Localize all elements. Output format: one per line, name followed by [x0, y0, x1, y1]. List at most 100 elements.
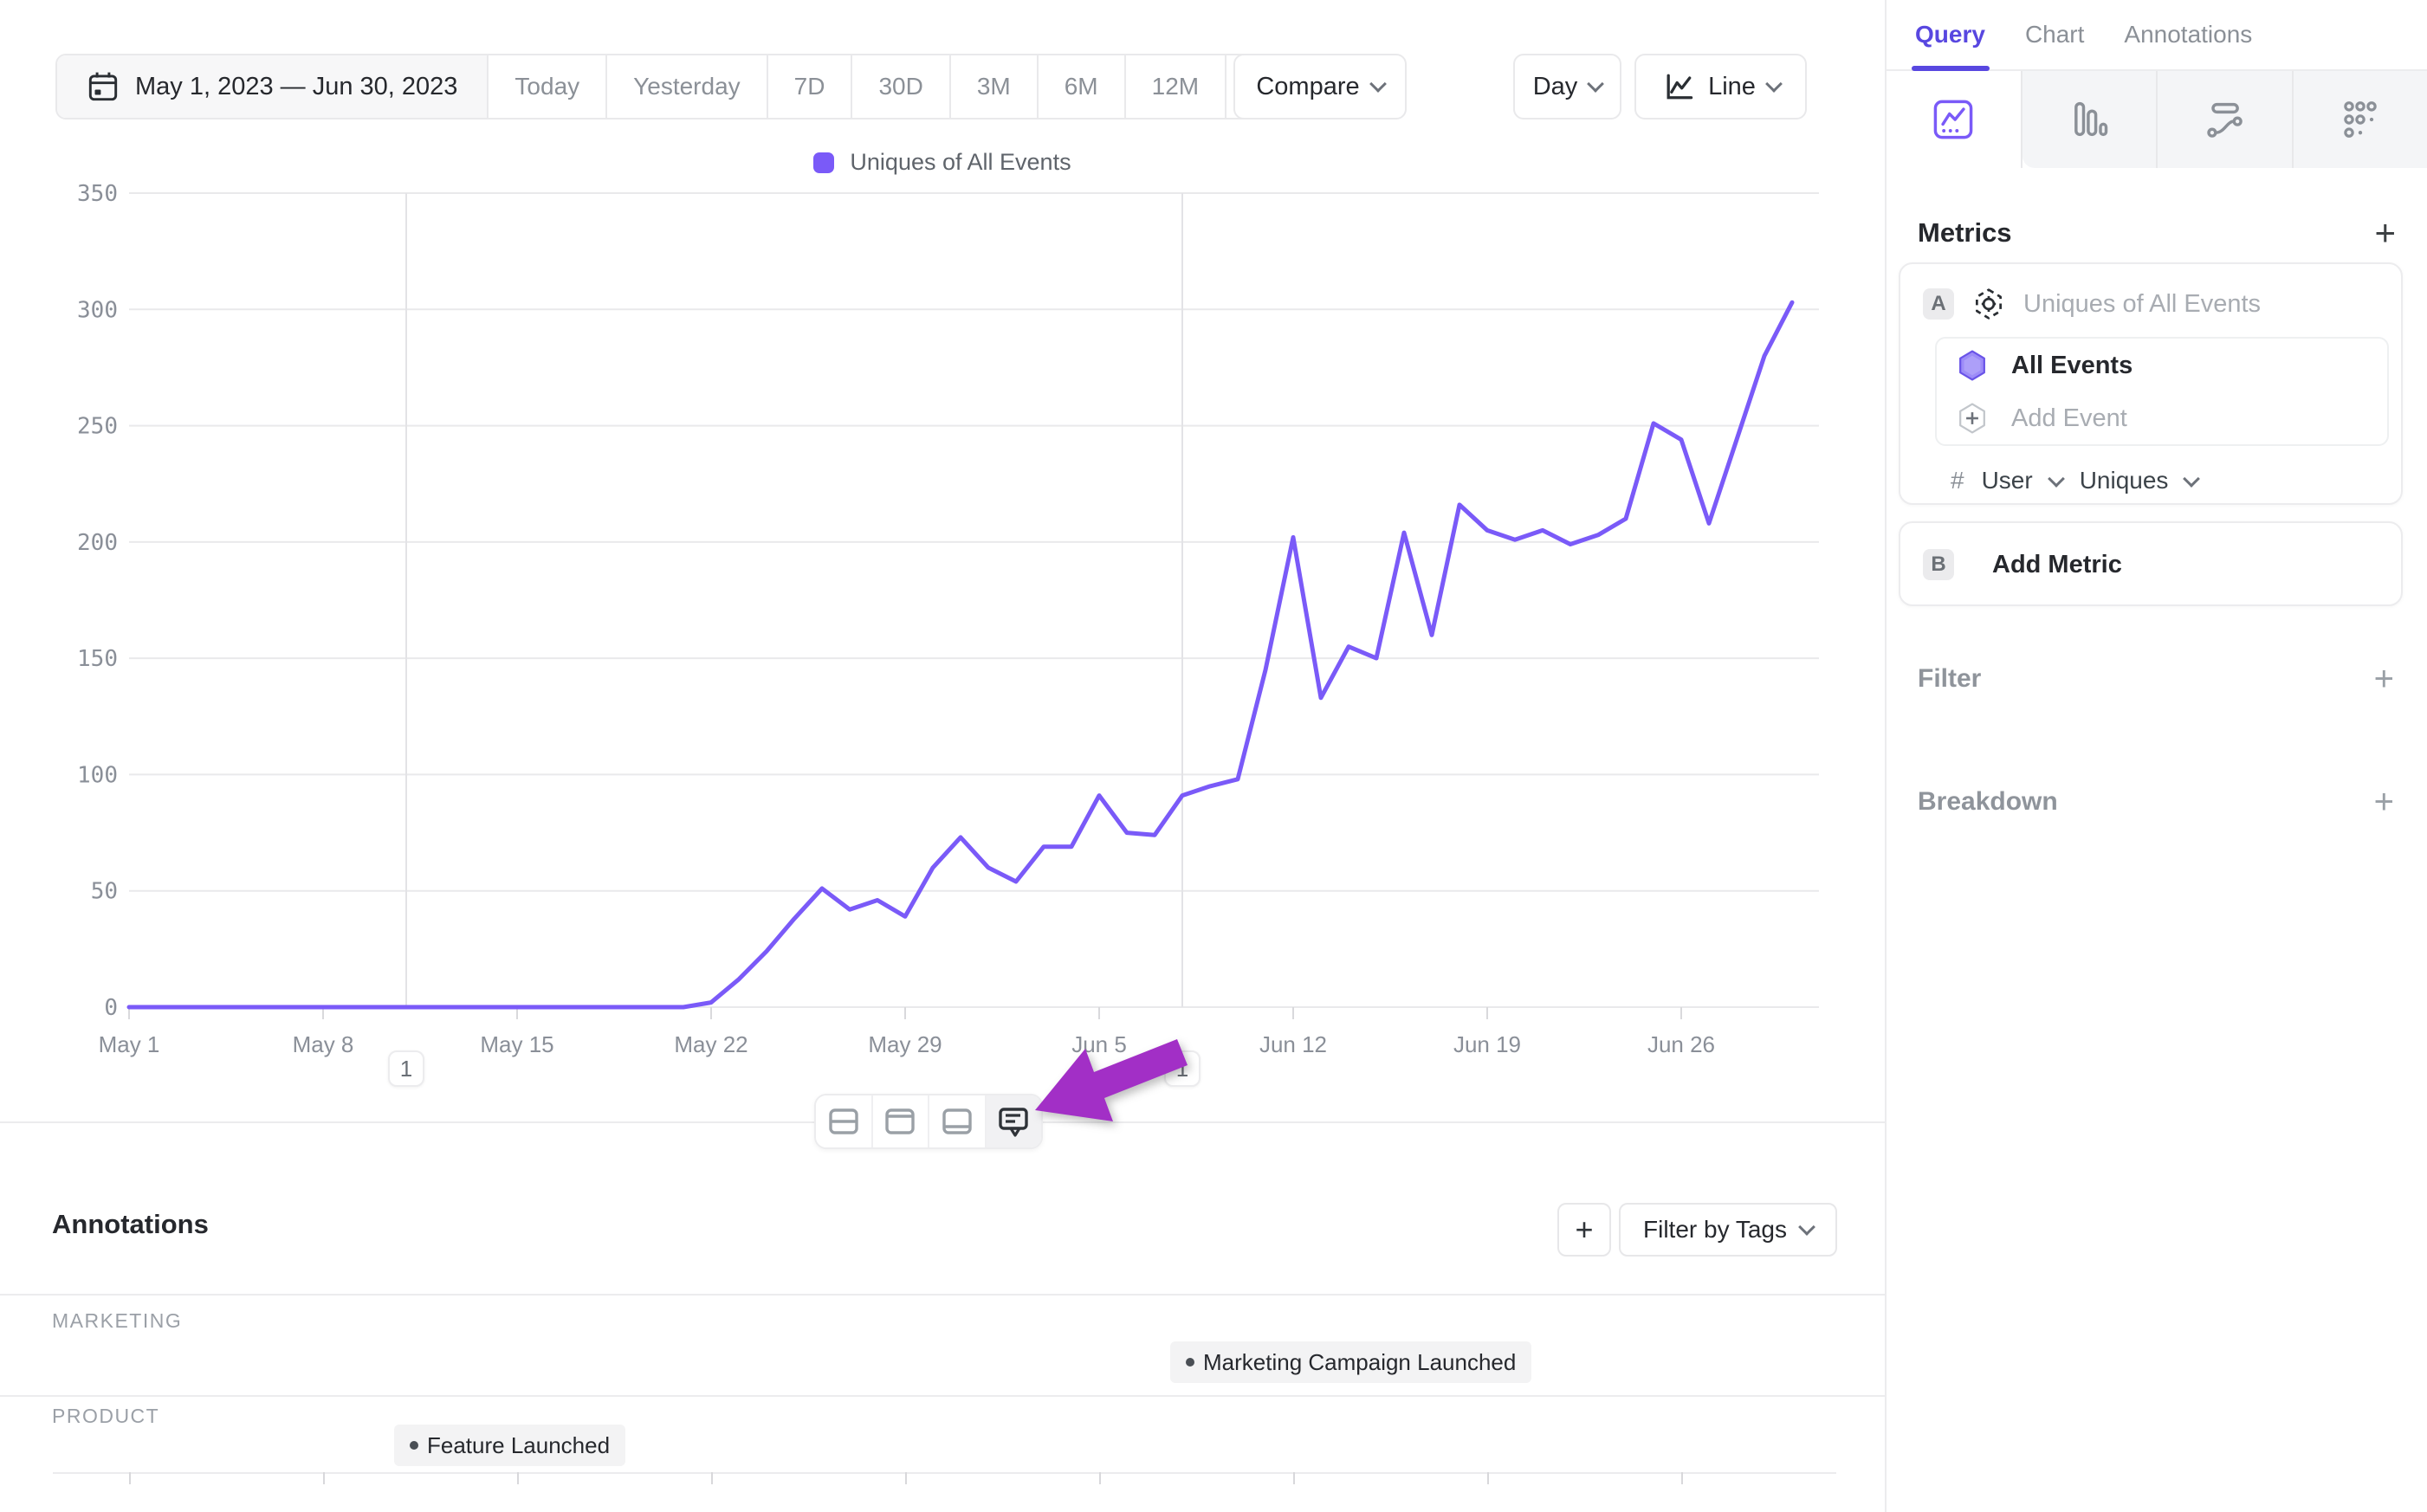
add-event-row[interactable]: Add Event [1937, 392, 2387, 444]
annotations-axis-tick [1293, 1472, 1295, 1484]
panel-top-button[interactable] [873, 1095, 930, 1147]
flows-icon [2202, 97, 2247, 142]
sidebar-tab-query[interactable]: Query [1915, 21, 1985, 69]
y-axis-label: 50 [91, 879, 118, 905]
date-range-control: May 1, 2023 — Jun 30, 2023 TodayYesterda… [55, 54, 1353, 120]
annotation-chip-label: Marketing Campaign Launched [1203, 1349, 1516, 1376]
annotation-count-badge[interactable]: 1 [388, 1050, 424, 1087]
query-sidebar: Query Chart Annotations Metrics + A Unique… [1885, 0, 2427, 1512]
annotation-category-label: PRODUCT [52, 1405, 159, 1428]
metric-card-b[interactable]: B Add Metric [1899, 521, 2403, 606]
add-event-label: Add Event [2011, 404, 2127, 433]
preset-yesterday[interactable]: Yesterday [607, 55, 768, 118]
sidebar-tabs: Query Chart Annotations [1887, 0, 2427, 71]
pointer-arrow [1022, 1026, 1204, 1134]
annotation-chip[interactable]: Feature Launched [394, 1425, 625, 1466]
chart-type-label: Line [1708, 73, 1756, 101]
filter-section-title: Filter [1918, 664, 1981, 694]
view-tab-funnel-bars[interactable] [2022, 71, 2158, 168]
chart-type-button[interactable]: Line [1634, 54, 1807, 120]
panel-bottom-icon [938, 1102, 976, 1140]
compare-label: Compare [1256, 73, 1359, 101]
annotations-axis-tick [323, 1472, 325, 1484]
y-axis-label: 300 [77, 297, 118, 323]
measure-type-dropdown[interactable]: Uniques [2080, 467, 2169, 494]
filter-by-tags-label: Filter by Tags [1643, 1216, 1787, 1244]
metric-a-badge: A [1923, 288, 1954, 320]
measure-entity-dropdown[interactable]: User [1982, 467, 2033, 494]
series-line[interactable] [129, 302, 1792, 1007]
retention-grid-icon [2338, 97, 2383, 142]
measure-prefix: # [1951, 467, 1964, 494]
annotations-axis-tick [905, 1472, 907, 1484]
preset-today[interactable]: Today [489, 55, 607, 118]
metric-a-title[interactable]: Uniques of All Events [2023, 290, 2261, 319]
breakdown-section-title: Breakdown [1918, 787, 2058, 817]
annotations-axis-tick [1487, 1472, 1489, 1484]
add-event-hexagon-icon [1956, 402, 1989, 435]
panel-bottom-button[interactable] [929, 1095, 987, 1147]
x-axis-label: Jun 19 [1453, 1031, 1521, 1057]
add-annotation-button[interactable]: + [1557, 1203, 1611, 1257]
view-tab-insights-line[interactable] [1887, 71, 2022, 168]
preset-7d[interactable]: 7D [768, 55, 853, 118]
chevron-down-icon [1798, 1218, 1815, 1236]
metrics-title: Metrics [1918, 217, 2012, 249]
annotations-axis [53, 1472, 1836, 1474]
split-rows-button[interactable] [816, 1095, 873, 1147]
sidebar-tab-annotations[interactable]: Annotations [2124, 21, 2252, 69]
annotations-axis-tick [1681, 1472, 1683, 1484]
active-tab-underline [1912, 66, 1990, 71]
event-row-all-events[interactable]: All Events [1937, 339, 2387, 392]
annotation-chip[interactable]: Marketing Campaign Launched [1170, 1341, 1531, 1383]
filter-by-tags-button[interactable]: Filter by Tags [1619, 1203, 1837, 1257]
date-range-label: May 1, 2023 — Jun 30, 2023 [135, 73, 457, 101]
insights-report: May 1, 2023 — Jun 30, 2023 TodayYesterda… [0, 0, 2427, 1512]
chevron-down-icon [1587, 75, 1604, 93]
metric-settings-icon[interactable] [1971, 287, 2006, 321]
compare-button[interactable]: Compare [1233, 54, 1407, 120]
measure-selector: # User Uniques [1951, 467, 2197, 494]
add-filter-plus-icon[interactable]: + [2374, 662, 2394, 696]
x-axis-label: Jun 26 [1647, 1031, 1715, 1057]
view-tab-retention-grid[interactable] [2294, 71, 2427, 168]
metric-card-a[interactable]: A Uniques of All Events All [1899, 262, 2403, 505]
add-breakdown-plus-icon[interactable]: + [2374, 785, 2394, 819]
event-name: All Events [2011, 352, 2133, 380]
x-axis-label: May 15 [480, 1031, 553, 1057]
view-tab-flows[interactable] [2158, 71, 2294, 168]
insights-line-icon [1931, 97, 1976, 142]
annotations-axis-tick [1099, 1472, 1101, 1484]
y-axis-label: 100 [77, 762, 118, 788]
granularity-button[interactable]: Day [1513, 54, 1621, 120]
funnel-bars-icon [2067, 97, 2112, 142]
annotation-group-divider [0, 1294, 1885, 1296]
chevron-down-icon [2048, 470, 2065, 488]
split-rows-icon [825, 1102, 863, 1140]
metric-b-badge: B [1923, 549, 1954, 580]
sidebar-tab-chart[interactable]: Chart [2025, 21, 2084, 69]
y-axis-label: 0 [104, 995, 118, 1021]
chart-layout-toolbar [814, 1094, 1043, 1149]
line-chart[interactable]: 050100150200250300350May 1May 8May 15May… [0, 130, 1885, 1100]
line-chart-icon [1661, 69, 1696, 104]
x-axis-label: May 8 [293, 1031, 354, 1057]
annotation-category-label: MARKETING [52, 1309, 182, 1333]
preset-3m[interactable]: 3M [951, 55, 1039, 118]
preset-6m[interactable]: 6M [1039, 55, 1126, 118]
date-range-display[interactable]: May 1, 2023 — Jun 30, 2023 [57, 55, 489, 118]
preset-12m[interactable]: 12M [1126, 55, 1226, 118]
annotations-axis-tick [129, 1472, 131, 1484]
preset-30d[interactable]: 30D [852, 55, 950, 118]
add-metric-plus-icon[interactable]: + [2374, 215, 2396, 251]
y-axis-label: 250 [77, 414, 118, 440]
x-axis-label: May 29 [868, 1031, 942, 1057]
x-axis-label: Jun 12 [1259, 1031, 1327, 1057]
annotation-dot-icon [410, 1441, 418, 1450]
x-axis-label: May 22 [674, 1031, 748, 1057]
x-axis-label: May 1 [99, 1031, 160, 1057]
annotations-axis-tick [517, 1472, 519, 1484]
annotation-group-divider [0, 1395, 1885, 1397]
chevron-down-icon [2184, 470, 2201, 488]
annotations-axis-tick [711, 1472, 713, 1484]
